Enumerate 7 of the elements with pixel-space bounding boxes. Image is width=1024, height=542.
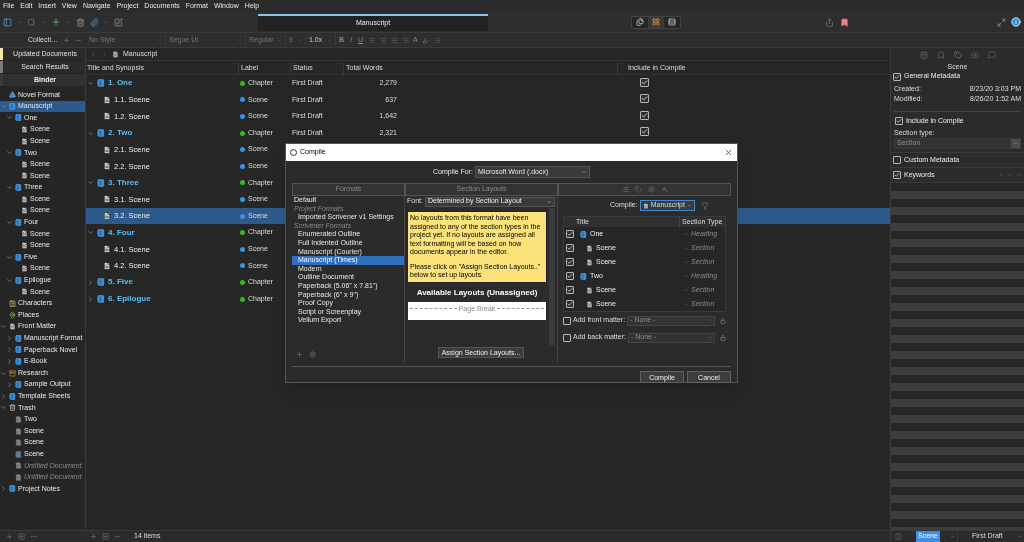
row-title: 6. Epilogue <box>108 293 151 305</box>
section-title: Available Layouts (Unassigned) <box>416 286 538 299</box>
row-title: 5. Five <box>108 276 133 289</box>
row-title: 1. One <box>108 77 133 90</box>
row-title: 3. Three <box>108 176 139 189</box>
row-title: 4. Four <box>108 226 135 239</box>
row-title: 2. Two <box>108 127 133 140</box>
